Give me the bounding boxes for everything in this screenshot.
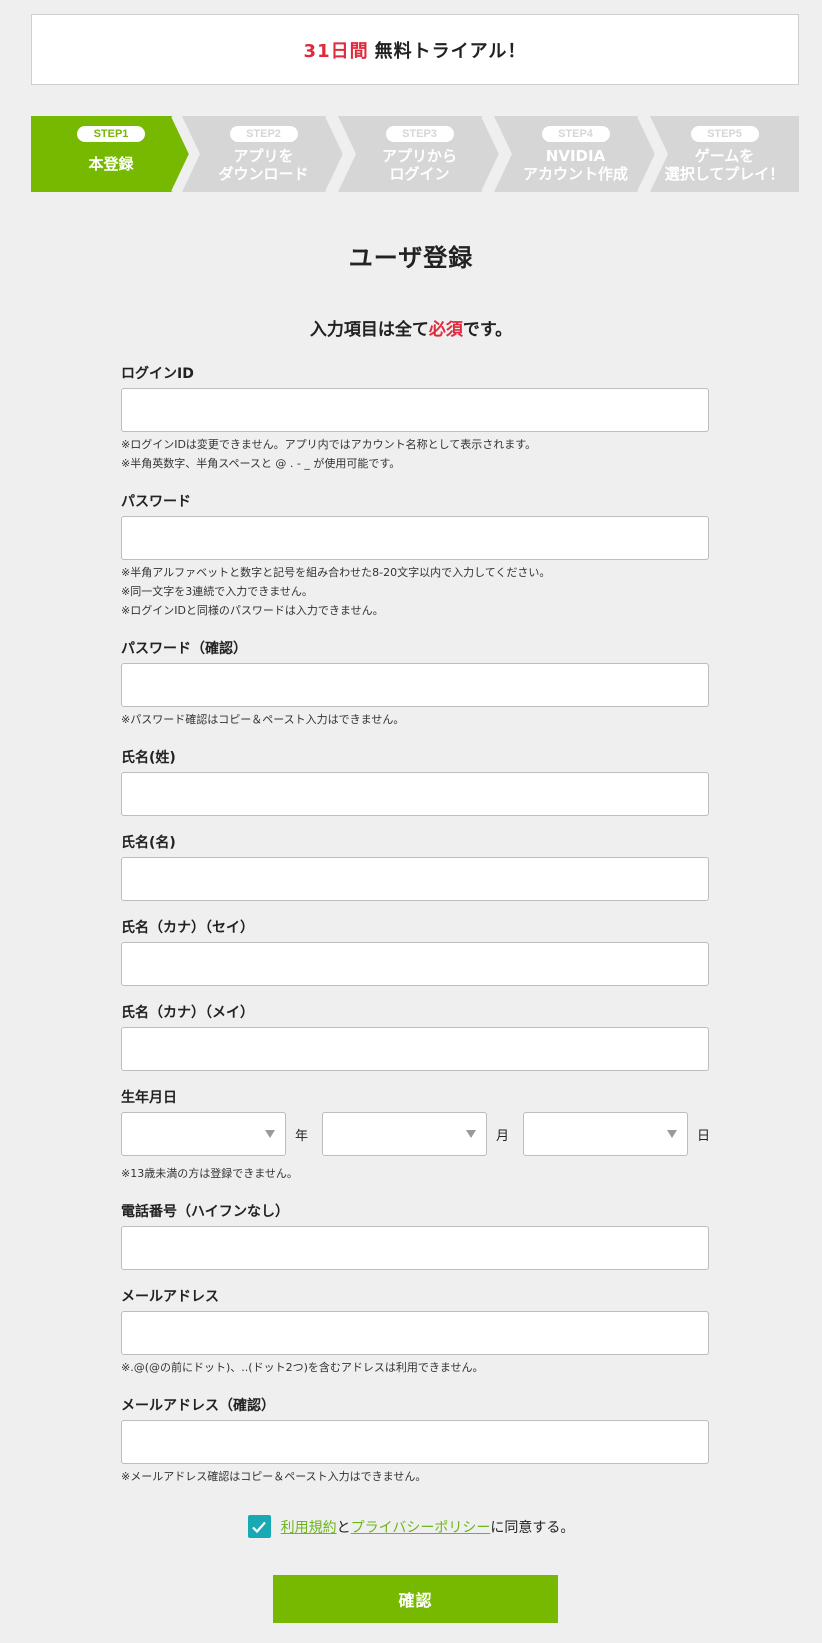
email-label: メールアドレス (121, 1289, 219, 1305)
step-progress: STEP1 本登録 STEP2 アプリを ダウンロード STEP3 アプリから ログイン S… (31, 116, 799, 192)
first-name-kana-label: 氏名（カナ）（メイ） (121, 1005, 254, 1021)
page-title: ユーザ登録 (348, 244, 474, 272)
login-id-label: ログインID (121, 366, 194, 382)
privacy-policy-link[interactable]: プライバシーポリシー (351, 1517, 491, 1537)
required-note-after: です。 (462, 320, 513, 340)
last-name-kana-label: 氏名（カナ）（セイ） (121, 920, 254, 936)
password-input[interactable] (121, 516, 709, 560)
login-id-note-1: ※ログインIDは変更できません。アプリ内ではアカウント名称として表示されます。 (121, 438, 537, 451)
step-badge: STEP2 (229, 126, 298, 142)
last-name-label: 氏名(姓) (121, 750, 176, 766)
first-name-input[interactable] (121, 857, 709, 901)
agreement-row: 利用規約 と プライバシーポリシー に同意する。 (0, 1515, 822, 1538)
required-note: 入力項目は全て必須です。 (0, 315, 822, 340)
email-confirm-input[interactable] (121, 1420, 709, 1464)
birth-month-unit: 月 (496, 1129, 510, 1144)
birthday-note: ※13歳未満の方は登録できません。 (121, 1167, 298, 1180)
step-label: アプリから ログイン (381, 147, 457, 183)
last-name-input[interactable] (121, 772, 709, 816)
password-note-3: ※ログインIDと同様のパスワードは入力できません。 (121, 604, 384, 617)
first-name-label: 氏名(名) (121, 835, 176, 851)
step-badge: STEP3 (385, 126, 454, 142)
birth-year-select[interactable] (121, 1112, 286, 1156)
step-badge: STEP5 (690, 126, 759, 142)
required-note-before: 入力項目は全て (309, 320, 429, 340)
trial-text: 無料トライアル！ (374, 40, 527, 62)
login-id-note-2: ※半角英数字、半角スペースと @ . - _ が使用可能です。 (121, 457, 401, 470)
agree-checkbox[interactable] (247, 1515, 271, 1538)
birth-month-select[interactable] (322, 1112, 487, 1156)
step-badge: STEP1 (77, 126, 145, 142)
step-label: 本登録 (88, 155, 134, 173)
email-input[interactable] (121, 1311, 709, 1355)
email-note: ※.@(@の前にドット)、..(ドット2つ)を含むアドレスは利用できません。 (121, 1361, 484, 1374)
chevron-down-icon (466, 1130, 476, 1138)
password-confirm-input[interactable] (121, 663, 709, 707)
last-name-kana-input[interactable] (121, 942, 709, 986)
first-name-kana-input[interactable] (121, 1027, 709, 1071)
password-label: パスワード (121, 494, 191, 510)
step-label: ゲームを 選択してプレイ！ (664, 147, 785, 183)
password-note-2: ※同一文字を3連続で入力できません。 (121, 585, 313, 598)
phone-input[interactable] (121, 1226, 709, 1270)
password-confirm-label: パスワード（確認） (121, 641, 247, 657)
trial-banner: 31日間 無料トライアル！ (31, 14, 799, 85)
password-confirm-note: ※パスワード確認はコピー＆ペースト入力はできません。 (121, 713, 405, 726)
chevron-down-icon (667, 1130, 677, 1138)
step-5: STEP5 ゲームを 選択してプレイ！ (650, 116, 799, 192)
birth-day-unit: 日 (697, 1129, 711, 1144)
step-4: STEP4 NVIDIA アカウント作成 (494, 116, 657, 192)
agreement-connector: と (336, 1519, 351, 1536)
password-note-1: ※半角アルファベットと数字と記号を組み合わせた8-20文字以内で入力してください… (121, 566, 551, 579)
birthday-label: 生年月日 (121, 1090, 177, 1106)
step-badge: STEP4 (541, 126, 610, 142)
phone-label: 電話番号（ハイフンなし） (121, 1204, 289, 1220)
trial-highlight: 31日間 (303, 40, 369, 62)
step-2: STEP2 アプリを ダウンロード (182, 116, 345, 192)
confirm-button[interactable]: 確認 (273, 1575, 558, 1623)
login-id-input[interactable] (121, 388, 709, 432)
chevron-down-icon (265, 1130, 275, 1138)
step-label: アプリを ダウンロード (218, 147, 309, 183)
email-confirm-note: ※メールアドレス確認はコピー＆ペースト入力はできません。 (121, 1470, 427, 1483)
birth-year-unit: 年 (295, 1129, 309, 1144)
check-icon (252, 1521, 266, 1533)
birth-day-select[interactable] (523, 1112, 688, 1156)
step-1: STEP1 本登録 (31, 116, 191, 192)
step-label: NVIDIA アカウント作成 (522, 147, 628, 183)
agreement-suffix: に同意する。 (490, 1519, 575, 1536)
email-confirm-label: メールアドレス（確認） (121, 1398, 275, 1414)
step-3: STEP3 アプリから ログイン (338, 116, 501, 192)
terms-link[interactable]: 利用規約 (281, 1517, 337, 1537)
required-note-highlight: 必須 (428, 320, 463, 340)
